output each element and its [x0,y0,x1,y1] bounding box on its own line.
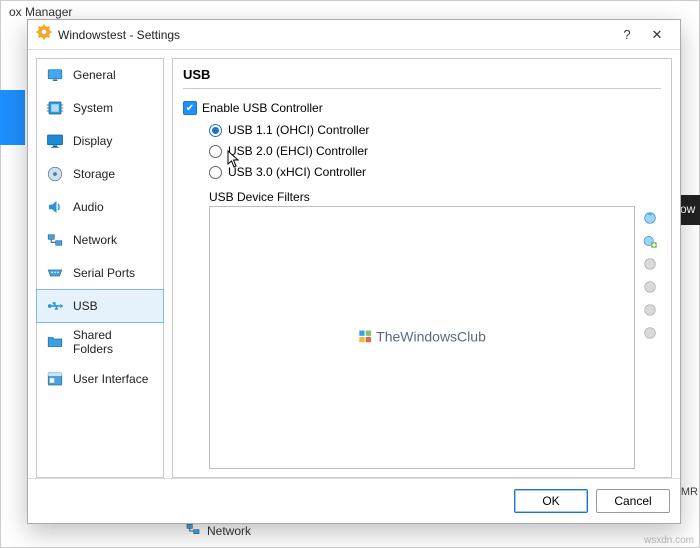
folder-icon [45,332,65,352]
sidebar-item-audio[interactable]: Audio [37,191,163,224]
serial-icon [45,263,65,283]
usb11-label: USB 1.1 (OHCI) Controller [228,123,369,137]
filters-label: USB Device Filters [209,190,661,204]
close-button[interactable]: ✕ [642,27,672,43]
ui-icon [45,369,65,389]
usb30-label: USB 3.0 (xHCI) Controller [228,165,366,179]
usb-icon [45,296,65,316]
background-network-label: Network [207,524,251,538]
sidebar-item-label: Serial Ports [73,266,135,280]
sidebar-item-label: User Interface [73,372,148,386]
sidebar-item-display[interactable]: Display [37,125,163,158]
watermark: TheWindowsClub [358,328,486,344]
sidebar-item-label: Network [73,233,117,247]
add-filter-from-device-button[interactable] [641,232,659,250]
enable-usb-label: Enable USB Controller [202,101,323,115]
storage-icon [45,164,65,184]
sidebar-item-label: Shared Folders [73,328,155,356]
settings-gear-icon [36,24,52,45]
usb20-radio[interactable] [209,145,222,158]
system-icon [45,98,65,118]
sidebar-item-label: System [73,101,113,115]
dialog-title: Windowstest - Settings [58,28,612,42]
sidebar-item-label: Audio [73,200,104,214]
parent-selection-stripe [0,90,25,145]
sidebar-item-label: General [73,68,116,82]
help-button[interactable]: ? [612,27,642,42]
display-icon [45,131,65,151]
network-icon [45,230,65,250]
sidebar-item-network[interactable]: Network [37,224,163,257]
remove-filter-button[interactable] [641,278,659,296]
windows-logo-icon [358,329,372,343]
background-right-fragment: ow [680,195,700,225]
settings-dialog: Windowstest - Settings ? ✕ General Syste… [27,19,681,524]
settings-sidebar: General System Display Storage Audio Net… [36,58,164,478]
usb30-radio[interactable] [209,166,222,179]
edit-filter-button[interactable] [641,255,659,273]
usb20-label: USB 2.0 (EHCI) Controller [228,144,368,158]
dialog-footer: OK Cancel [28,478,680,523]
sidebar-item-label: Display [73,134,112,148]
filter-tools [641,206,661,469]
usb-filters-list[interactable]: TheWindowsClub [209,206,635,469]
site-watermark: wsxdn.com [644,535,694,546]
sidebar-item-serial-ports[interactable]: Serial Ports [37,257,163,290]
sidebar-item-storage[interactable]: Storage [37,158,163,191]
audio-icon [45,197,65,217]
sidebar-item-usb[interactable]: USB [36,289,164,323]
sidebar-item-shared-folders[interactable]: Shared Folders [37,322,163,363]
move-filter-up-button[interactable] [641,301,659,319]
sidebar-item-label: USB [73,299,98,313]
sidebar-item-system[interactable]: System [37,92,163,125]
sidebar-item-label: Storage [73,167,115,181]
general-icon [45,65,65,85]
sidebar-item-user-interface[interactable]: User Interface [37,363,163,396]
cancel-button[interactable]: Cancel [596,489,670,513]
watermark-text: TheWindowsClub [376,328,486,344]
move-filter-down-button[interactable] [641,324,659,342]
enable-usb-checkbox[interactable]: ✔ [183,101,197,115]
content-panel: USB ✔ Enable USB Controller USB 1.1 (OHC… [172,58,672,478]
page-heading: USB [183,67,661,89]
titlebar[interactable]: Windowstest - Settings ? ✕ [28,20,680,50]
ok-button[interactable]: OK [514,489,588,513]
usb11-radio[interactable] [209,124,222,137]
add-empty-filter-button[interactable] [641,209,659,227]
sidebar-item-general[interactable]: General [37,59,163,92]
